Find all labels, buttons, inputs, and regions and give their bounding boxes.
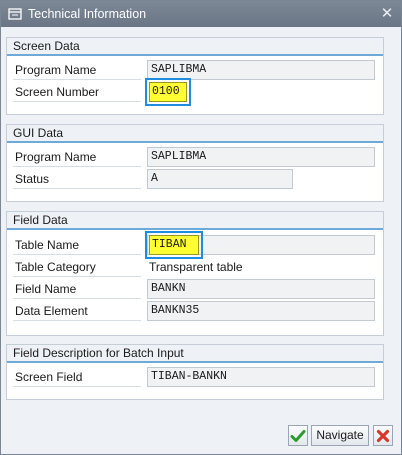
- checkmark-icon: [290, 430, 306, 442]
- close-icon[interactable]: ✕: [379, 6, 395, 22]
- screen-number-highlight[interactable]: 0100: [145, 78, 191, 106]
- gui-data-group: GUI Data Program Name SAPLIBMA Status A: [6, 124, 384, 202]
- table-name-row: Table Name TIBAN: [13, 231, 375, 259]
- screen-program-name-label: Program Name: [13, 60, 141, 80]
- gui-program-name-label: Program Name: [13, 147, 141, 167]
- screen-number-row: Screen Number 0100: [13, 78, 375, 106]
- table-category-label: Table Category: [13, 257, 141, 277]
- field-name-row: Field Name BANKN: [13, 279, 375, 299]
- data-element-label: Data Element: [13, 301, 141, 321]
- screen-data-header: Screen Data: [7, 38, 383, 56]
- gui-status-field[interactable]: A: [147, 169, 293, 189]
- dialog-title: Technical Information: [28, 7, 147, 21]
- technical-information-dialog: Technical Information ✕ Screen Data Prog…: [0, 0, 402, 455]
- batch-input-header: Field Description for Batch Input: [7, 345, 383, 363]
- gui-status-row: Status A: [13, 169, 375, 189]
- gui-status-label: Status: [13, 169, 141, 189]
- cancel-icon: [376, 429, 390, 443]
- batch-input-group: Field Description for Batch Input Screen…: [6, 344, 384, 400]
- navigate-button[interactable]: Navigate: [311, 425, 369, 446]
- table-name-highlight[interactable]: TIBAN: [145, 231, 203, 259]
- gui-program-name-row: Program Name SAPLIBMA: [13, 147, 375, 167]
- screen-field-field[interactable]: TIBAN-BANKN: [147, 367, 375, 387]
- gui-program-name-field[interactable]: SAPLIBMA: [147, 147, 375, 167]
- screen-data-group: Screen Data Program Name SAPLIBMA Screen…: [6, 37, 384, 115]
- screen-program-name-row: Program Name SAPLIBMA: [13, 60, 375, 80]
- confirm-button[interactable]: [288, 425, 308, 446]
- window-icon: [8, 8, 22, 20]
- field-data-group: Field Data Table Name TIBAN Table Catego…: [6, 211, 384, 336]
- table-name-label: Table Name: [13, 235, 141, 255]
- screen-field-row: Screen Field TIBAN-BANKN: [13, 367, 375, 387]
- cancel-button[interactable]: [373, 425, 393, 446]
- field-name-label: Field Name: [13, 279, 141, 299]
- data-element-row: Data Element BANKN35: [13, 301, 375, 321]
- gui-data-header: GUI Data: [7, 125, 383, 143]
- title-bar: Technical Information ✕: [1, 1, 401, 27]
- screen-program-name-field[interactable]: SAPLIBMA: [147, 60, 375, 80]
- screen-field-label: Screen Field: [13, 367, 141, 387]
- screen-number-label: Screen Number: [13, 82, 141, 102]
- field-name-field[interactable]: BANKN: [147, 279, 375, 299]
- table-name-field[interactable]: TIBAN: [149, 235, 199, 255]
- table-category-row: Table Category Transparent table: [13, 257, 375, 277]
- field-data-header: Field Data: [7, 212, 383, 230]
- data-element-field[interactable]: BANKN35: [147, 301, 375, 321]
- screen-number-field[interactable]: 0100: [149, 82, 187, 102]
- table-category-value: Transparent table: [149, 260, 243, 274]
